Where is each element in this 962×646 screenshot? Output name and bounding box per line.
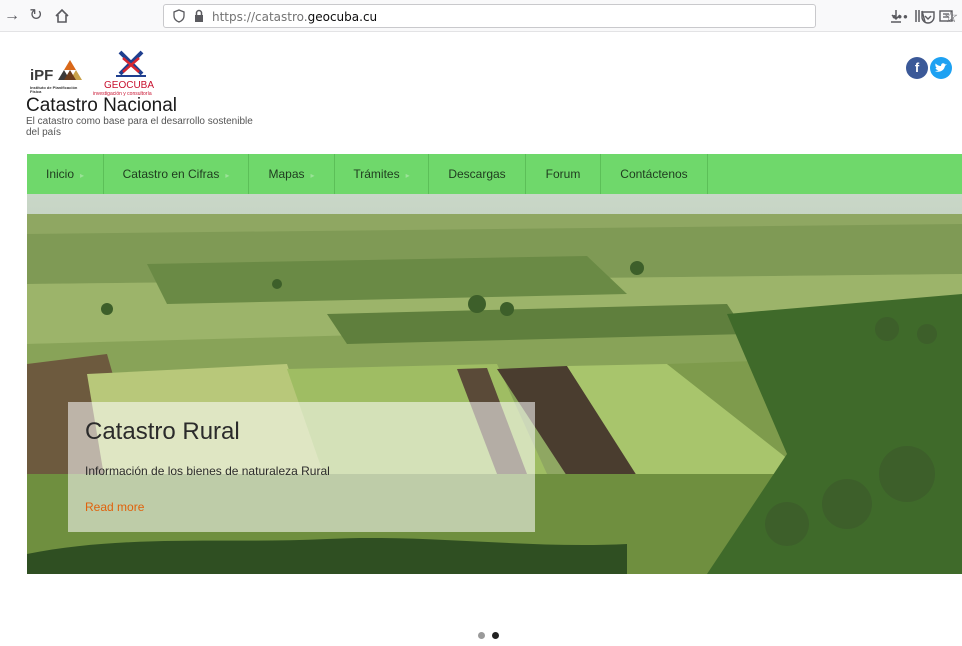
home-icon[interactable] <box>52 6 72 26</box>
nav-item-catastro-en-cifras[interactable]: Catastro en Cifras ▸ <box>104 154 249 194</box>
carousel-dot-2[interactable] <box>492 632 499 639</box>
forward-arrow-icon[interactable]: → <box>2 6 22 26</box>
slide-title: Catastro Rural <box>85 418 240 445</box>
downloads-icon[interactable] <box>886 6 906 26</box>
carousel-dot-1[interactable] <box>478 632 485 639</box>
facebook-icon[interactable]: f <box>906 57 928 79</box>
ipf-subtitle: Instituto de Planificación Física <box>30 85 78 94</box>
twitter-icon[interactable] <box>930 57 952 79</box>
lock-icon[interactable] <box>192 9 206 23</box>
main-nav: Inicio ▸ Catastro en Cifras ▸ Mapas ▸ Trámi… <box>27 154 962 194</box>
url-bar[interactable]: https://catastro.geocuba.cu ••• ☆ <box>163 4 958 28</box>
slide-text: Información de los bienes de naturaleza … <box>85 464 330 478</box>
nav-item-contactenos[interactable]: Contáctenos <box>601 154 708 194</box>
nav-item-mapas[interactable]: Mapas ▸ <box>249 154 335 194</box>
chevron-right-icon: ▸ <box>80 171 85 180</box>
nav-item-inicio[interactable]: Inicio ▸ <box>27 154 104 194</box>
site-tagline: El catastro como base para el desarrollo… <box>26 116 253 138</box>
chevron-right-icon: ▸ <box>405 171 410 180</box>
chevron-right-icon: ▸ <box>310 171 315 180</box>
geocuba-name: GEOCUBA <box>104 80 155 91</box>
nav-item-forum[interactable]: Forum <box>526 154 601 194</box>
library-icon[interactable] <box>911 6 931 26</box>
hero-slider[interactable]: Catastro Rural Información de los bienes… <box>27 194 962 574</box>
reader-view-icon[interactable] <box>936 6 956 26</box>
ipf-logo-text: iPF <box>30 67 53 84</box>
url-text: https://catastro.geocuba.cu <box>212 10 378 24</box>
slide-caption: Catastro Rural Información de los bienes… <box>68 402 535 532</box>
read-more-link[interactable]: Read more <box>85 500 144 514</box>
browser-toolbar: → ↻ https://catastro.geocuba.cu ••• ☆ <box>0 0 962 32</box>
nav-item-descargas[interactable]: Descargas <box>429 154 526 194</box>
tracking-shield-icon[interactable] <box>172 9 186 23</box>
chevron-right-icon: ▸ <box>225 171 230 180</box>
nav-item-tramites[interactable]: Trámites ▸ <box>335 154 429 194</box>
reload-icon[interactable]: ↻ <box>26 6 46 26</box>
site-title[interactable]: Catastro Nacional <box>26 96 177 116</box>
